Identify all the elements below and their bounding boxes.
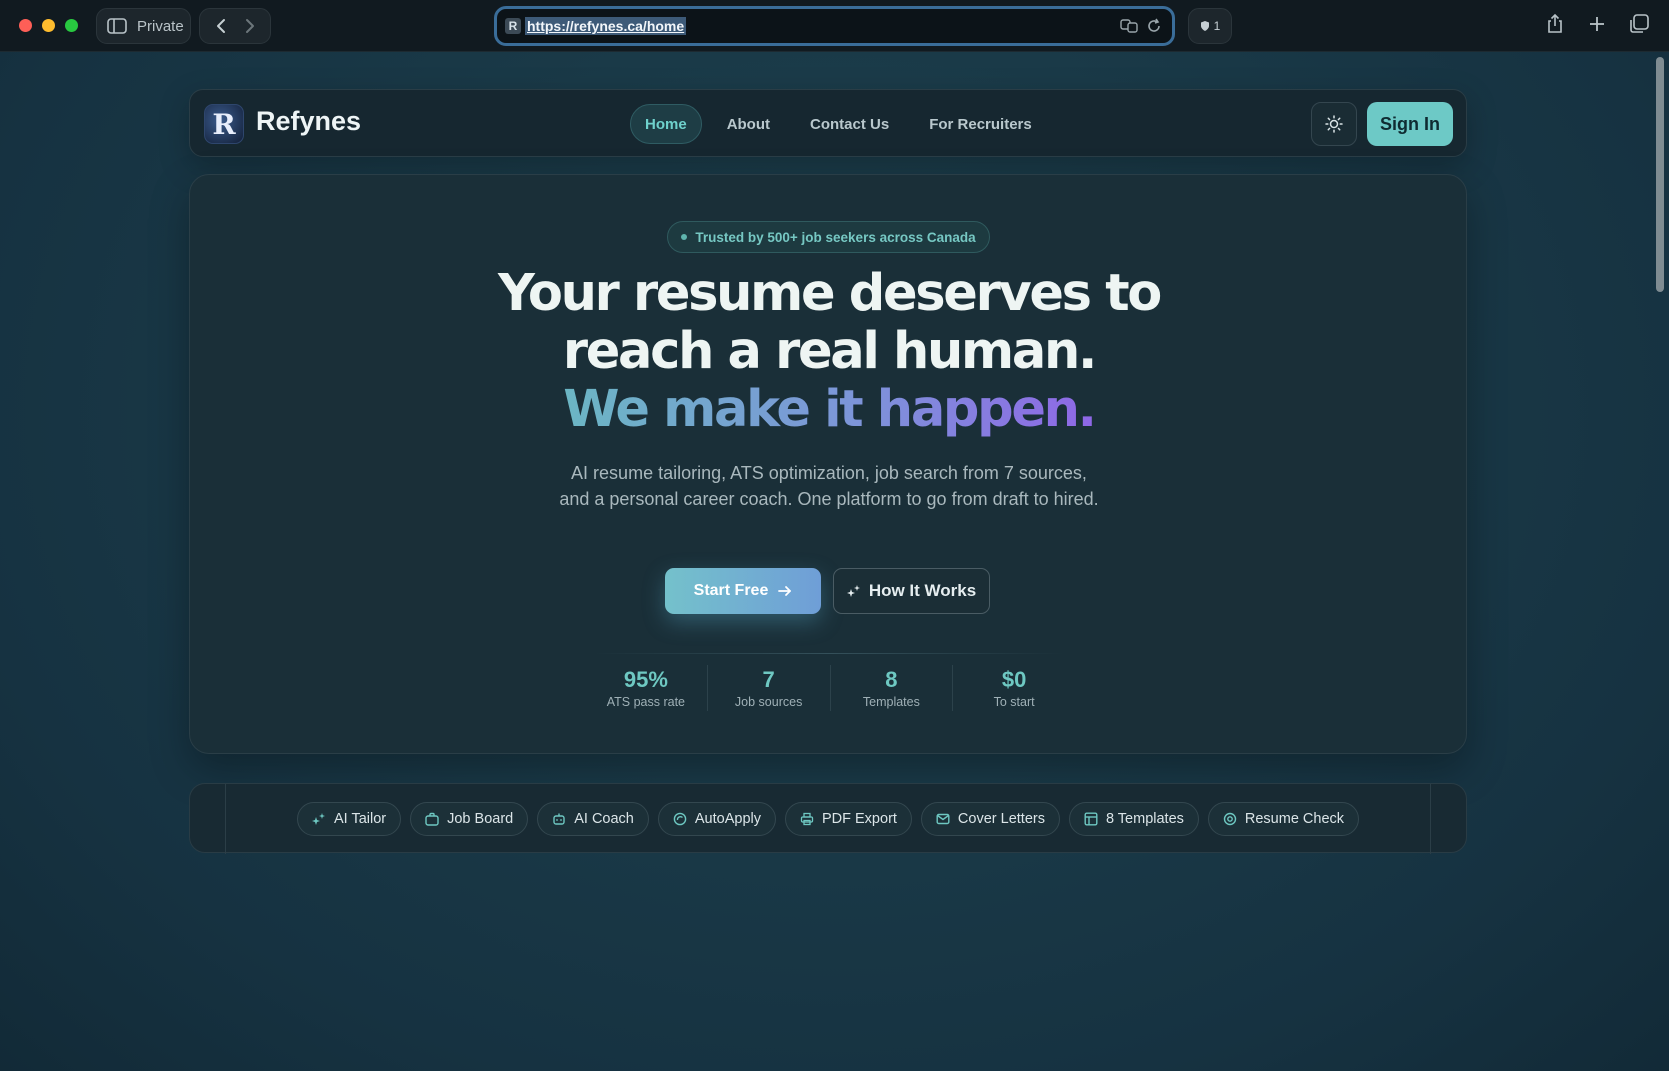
close-window-button[interactable] <box>19 19 32 32</box>
theme-toggle-button[interactable] <box>1311 102 1357 146</box>
printer-icon <box>800 812 814 826</box>
headline-line-3: We make it happen. <box>563 380 1097 439</box>
chip-label: Cover Letters <box>957 811 1045 827</box>
shield-count: 1 <box>1213 19 1221 33</box>
stat-value: 8 <box>885 667 898 692</box>
translate-icon[interactable] <box>1120 18 1138 34</box>
brand-name[interactable]: Refynes <box>256 106 361 137</box>
sun-icon <box>1325 115 1343 133</box>
nav-link-contact[interactable]: Contact Us <box>795 104 904 144</box>
reload-icon[interactable] <box>1146 18 1162 34</box>
stat-value: 7 <box>762 667 775 692</box>
shield-icon <box>1200 21 1209 31</box>
nav-links: Home About Contact Us For Recruiters <box>630 104 1047 144</box>
tab-overview-icon[interactable] <box>1627 12 1651 36</box>
scrollbar-thumb[interactable] <box>1656 57 1664 292</box>
minimize-window-button[interactable] <box>42 19 55 32</box>
chip-label: AutoApply <box>694 811 761 827</box>
stat-value: 95% <box>623 667 668 692</box>
stat-item: 95% ATS pass rate <box>585 665 708 711</box>
stats-row: 95% ATS pass rate 7 Job sources 8 Templa… <box>585 665 1075 711</box>
brand-logo[interactable]: R <box>204 104 244 144</box>
share-icon[interactable] <box>1543 12 1567 36</box>
stat-label: Templates <box>862 695 920 709</box>
headline-line-2: reach a real human. <box>562 322 1097 381</box>
browser-toolbar: Private R https://refynes.ca/home 1 <box>0 0 1669 52</box>
start-free-label: Start Free <box>693 582 769 599</box>
how-it-works-label: How It Works <box>868 581 977 600</box>
stat-item: 7 Job sources <box>708 665 831 711</box>
feature-chip-cover-letters[interactable]: Cover Letters <box>920 802 1060 836</box>
nav-link-recruiters[interactable]: For Recruiters <box>914 104 1047 144</box>
mail-icon <box>936 813 950 825</box>
feature-chip-pdf-export[interactable]: PDF Export <box>784 802 912 836</box>
feature-chip-resume-check[interactable]: Resume Check <box>1207 802 1360 836</box>
how-it-works-button[interactable]: How It Works <box>833 568 990 614</box>
features-strip: AI Tailor Job Board AI Coach AutoApply P… <box>189 783 1467 854</box>
sign-in-button[interactable]: Sign In <box>1367 102 1453 146</box>
sidebar-icon <box>107 18 127 34</box>
hero-subtext: AI resume tailoring, ATS optimization, j… <box>559 463 1099 509</box>
arrow-right-icon <box>778 586 792 596</box>
feature-chip-job-board[interactable]: Job Board <box>410 802 529 836</box>
scrollbar[interactable] <box>1655 54 1667 1069</box>
page-content: R Refynes Home About Contact Us For Recr… <box>0 52 1669 1071</box>
briefcase-icon <box>425 812 439 826</box>
feature-chip-ai-coach[interactable]: AI Coach <box>537 802 649 836</box>
private-label: Private <box>137 17 184 35</box>
hero-headline: Your resume deserves to reach a real hum… <box>190 265 1468 439</box>
sparkles-icon <box>846 585 860 597</box>
stat-value: $0 <box>1001 667 1027 692</box>
chip-label: Job Board <box>447 811 514 827</box>
target-icon <box>1223 812 1237 826</box>
address-bar[interactable]: R https://refynes.ca/home <box>494 6 1175 46</box>
back-icon[interactable] <box>214 18 228 34</box>
history-nav <box>199 8 271 44</box>
trust-badge: Trusted by 500+ job seekers across Canad… <box>667 221 990 253</box>
sidebar-toggle-button[interactable]: Private <box>96 8 191 44</box>
stats-divider <box>594 653 1064 654</box>
site-navbar: R Refynes Home About Contact Us For Recr… <box>189 89 1467 157</box>
zoom-window-button[interactable] <box>65 19 78 32</box>
chip-label: 8 Templates <box>1105 811 1184 827</box>
feature-chip-templates[interactable]: 8 Templates <box>1068 802 1199 836</box>
bot-icon <box>553 813 565 825</box>
badge-dot-icon <box>681 234 688 240</box>
start-free-button[interactable]: Start Free <box>665 568 821 614</box>
chip-label: Resume Check <box>1244 811 1345 827</box>
headline-line-1: Your resume deserves to <box>497 264 1162 323</box>
site-favicon: R <box>505 18 521 34</box>
badge-text: Trusted by 500+ job seekers across Canad… <box>695 229 976 245</box>
chip-label: AI Coach <box>574 811 634 827</box>
nav-link-about[interactable]: About <box>712 104 785 144</box>
nav-link-home[interactable]: Home <box>630 104 702 144</box>
stat-item: $0 To start <box>953 665 1075 711</box>
chip-label: AI Tailor <box>333 811 387 827</box>
chip-label: PDF Export <box>821 811 897 827</box>
hero-section: Trusted by 500+ job seekers across Canad… <box>189 174 1467 754</box>
new-tab-icon[interactable] <box>1585 12 1609 36</box>
feature-chip-autoapply[interactable]: AutoApply <box>657 802 776 836</box>
forward-icon[interactable] <box>243 18 257 34</box>
privacy-report-button[interactable]: 1 <box>1188 8 1232 44</box>
stat-label: To start <box>993 695 1035 709</box>
auto-icon <box>673 812 687 826</box>
url-text[interactable]: https://refynes.ca/home <box>525 17 687 35</box>
stat-item: 8 Templates <box>831 665 954 711</box>
stat-label: ATS pass rate <box>606 695 686 709</box>
stat-label: Job sources <box>734 695 803 709</box>
sparkles-icon <box>311 813 325 825</box>
feature-chip-ai-tailor[interactable]: AI Tailor <box>296 802 402 836</box>
layout-icon <box>1084 812 1098 826</box>
